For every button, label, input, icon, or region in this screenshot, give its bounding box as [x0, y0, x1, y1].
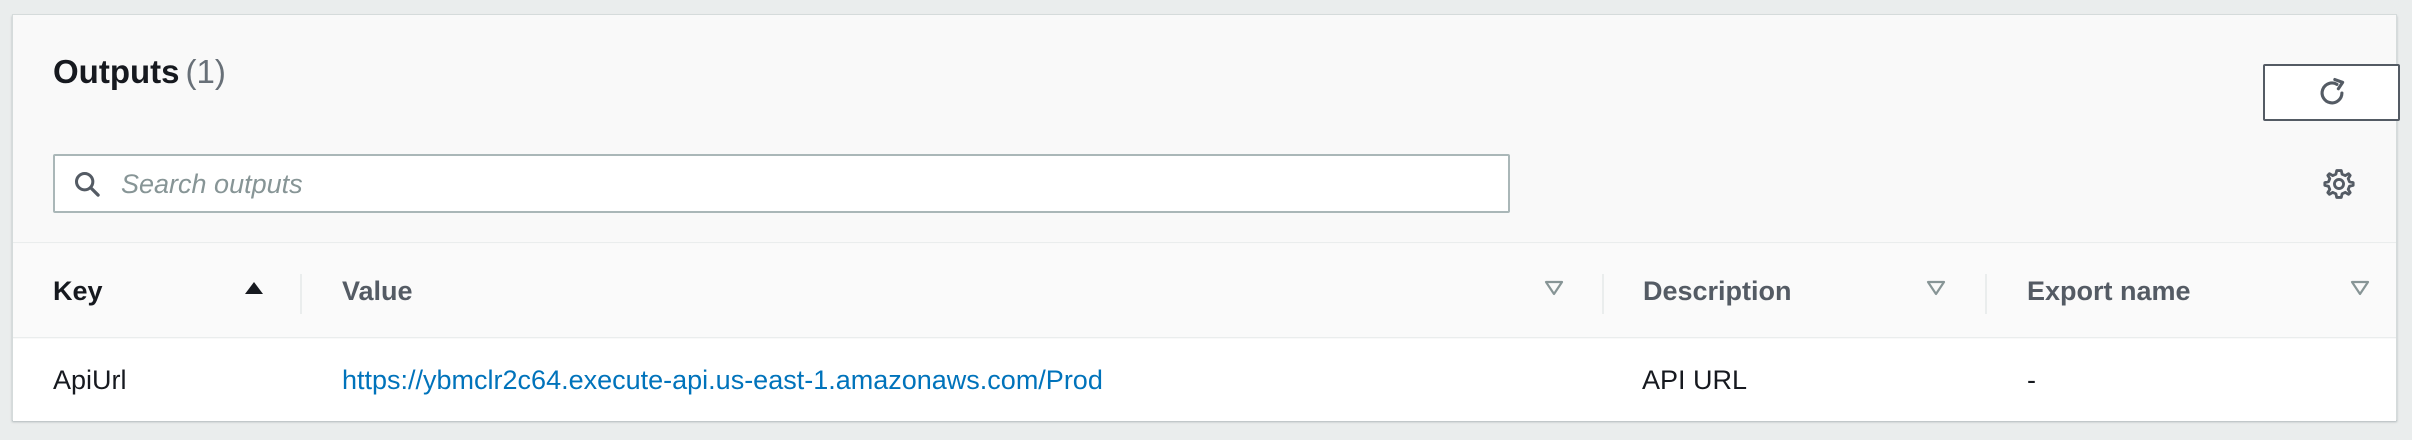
preferences-button[interactable]	[2317, 162, 2361, 206]
cell-key: ApiUrl	[53, 364, 127, 395]
column-divider[interactable]	[1602, 274, 1604, 314]
table-row: ApiUrl https://ybmclr2c64.execute-api.us…	[13, 339, 2396, 421]
caret-up-icon[interactable]	[243, 277, 265, 299]
refresh-button[interactable]	[2263, 64, 2400, 121]
search-box[interactable]	[53, 154, 1510, 213]
output-count: (1)	[185, 53, 226, 90]
outputs-panel: Outputs(1) Key	[12, 14, 2400, 421]
cell-export-name: -	[2027, 364, 2036, 395]
caret-down-outline-icon[interactable]	[2349, 277, 2371, 299]
gear-icon	[2323, 169, 2355, 199]
panel-header: Outputs (1)	[13, 15, 2400, 243]
column-header-key[interactable]: Key	[53, 244, 103, 338]
refresh-icon	[2320, 77, 2344, 104]
caret-down-outline-icon[interactable]	[1925, 277, 1947, 299]
cell-description: API URL	[1642, 364, 1748, 395]
search-input[interactable]	[121, 164, 1491, 204]
column-header-description[interactable]: Description	[1643, 244, 1792, 338]
column-divider[interactable]	[1985, 274, 1987, 314]
cell-value: https://ybmclr2c64.execute-api.us-east-1…	[342, 339, 1103, 421]
api-url-link[interactable]: https://ybmclr2c64.execute-api.us-east-1…	[342, 365, 1103, 396]
column-header-export-name[interactable]: Export name	[2027, 244, 2191, 338]
page-title: Outputs (1)	[53, 53, 226, 91]
column-divider[interactable]	[300, 274, 302, 314]
caret-down-outline-icon[interactable]	[1543, 277, 1565, 299]
search-icon	[74, 171, 100, 197]
title-text: Outputs	[53, 53, 180, 90]
column-header-value[interactable]: Value	[342, 244, 413, 338]
table-header: Key Value Description Export name	[13, 244, 2396, 338]
